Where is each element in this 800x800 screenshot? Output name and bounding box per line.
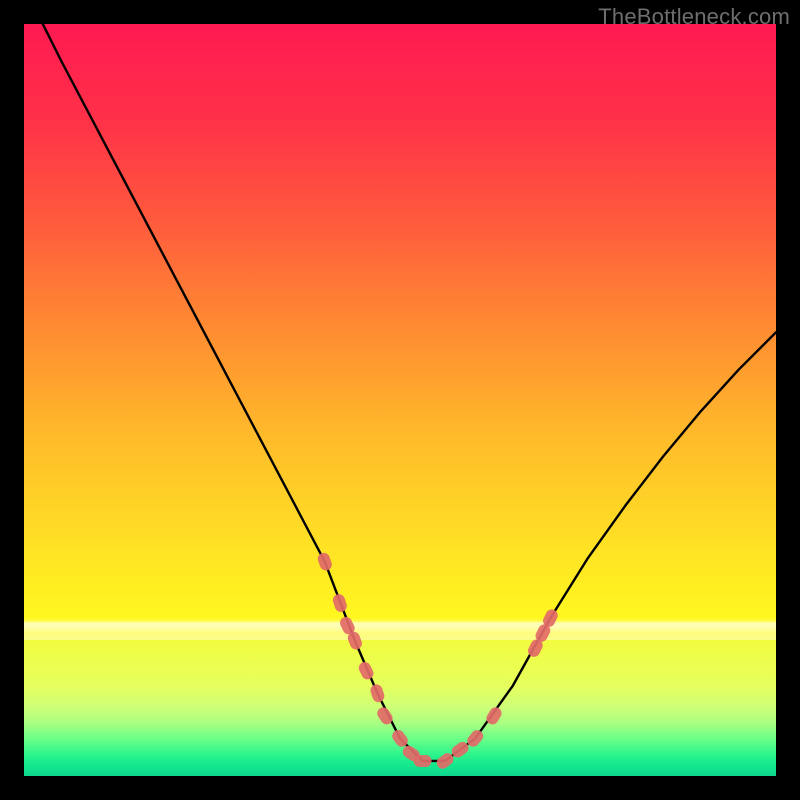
watermark-text: TheBottleneck.com: [598, 4, 790, 30]
chart-frame: [24, 24, 776, 776]
marker-point: [414, 755, 432, 767]
bottleneck-chart: [24, 24, 776, 776]
gradient-background: [24, 24, 776, 776]
highlight-band: [24, 622, 776, 640]
